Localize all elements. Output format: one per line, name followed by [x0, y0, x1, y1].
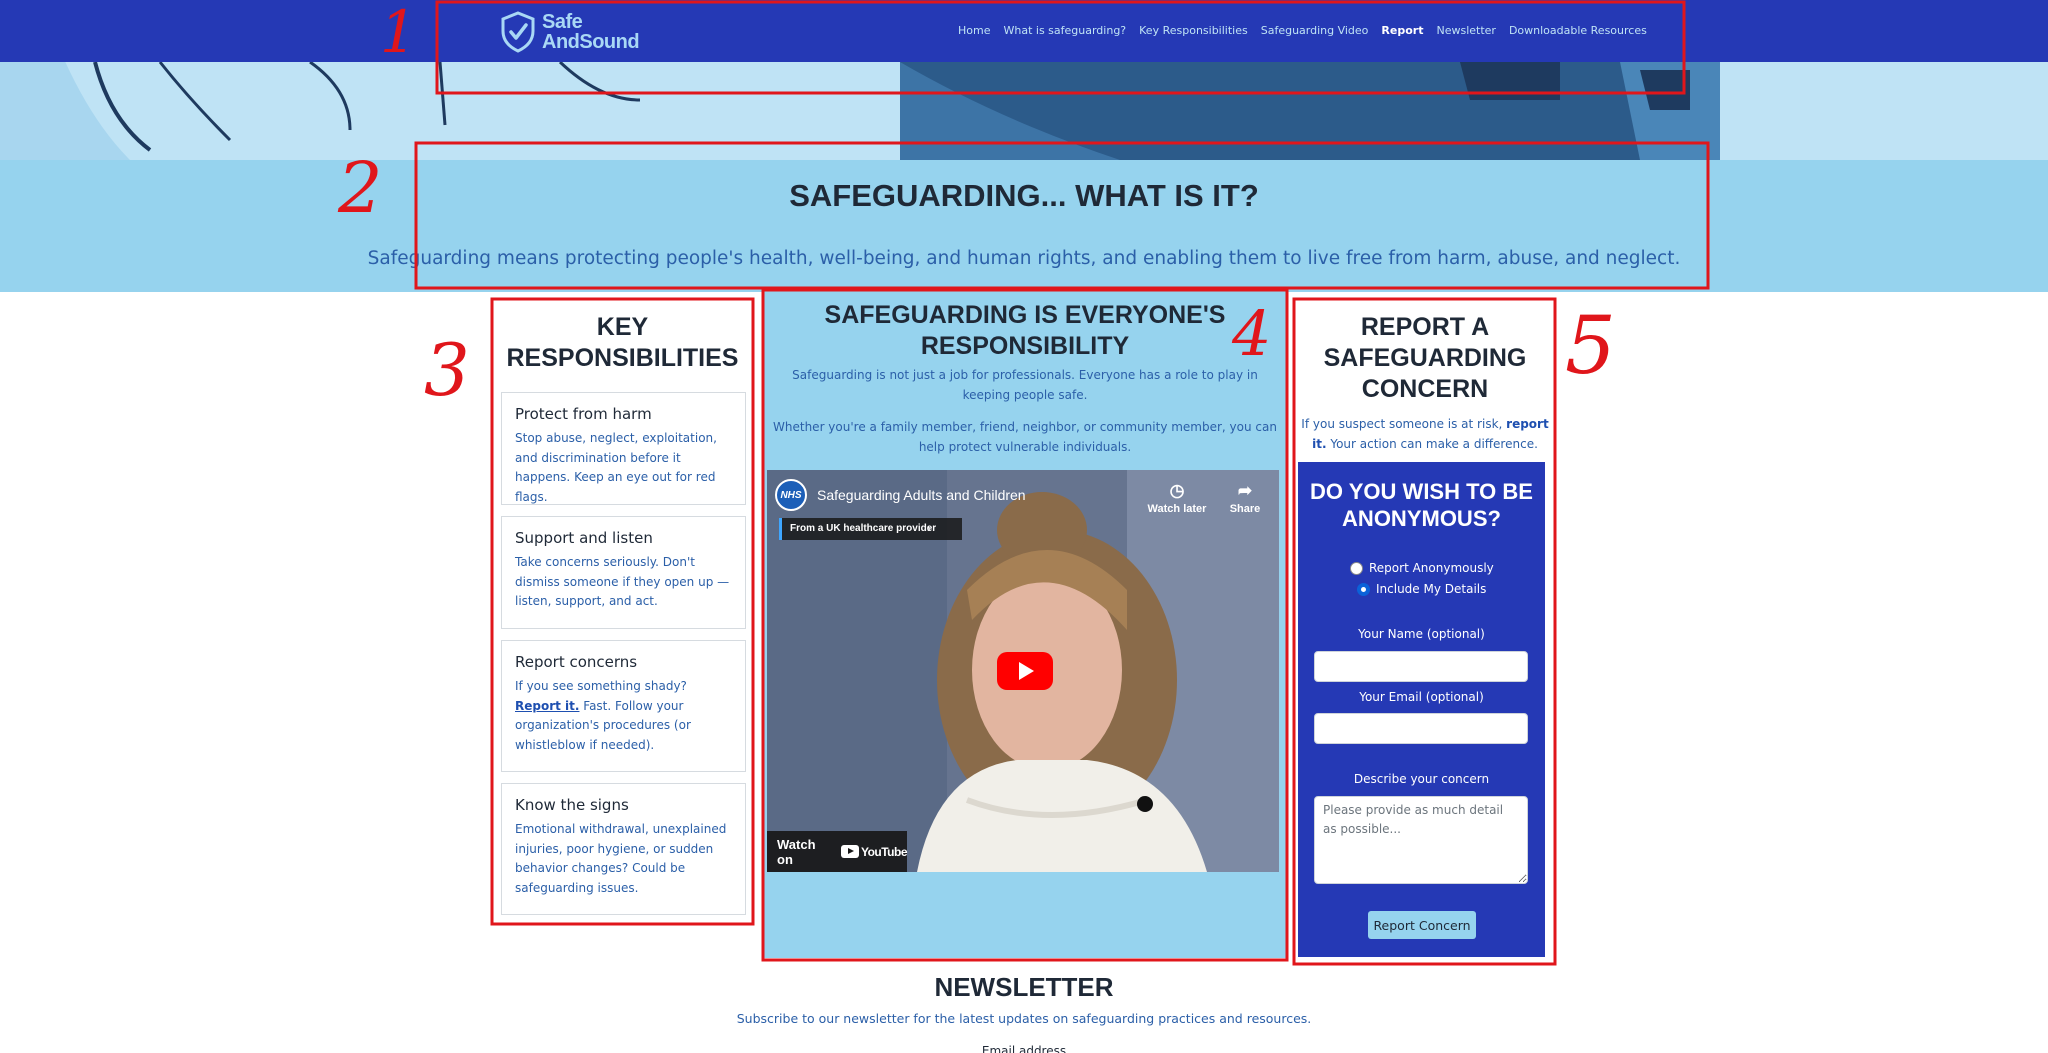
chevron-right-icon: › [927, 521, 931, 535]
everyone-paragraph-2: Whether you're a family member, friend, … [773, 420, 1277, 454]
responsibility-card-text: Take concerns seriously. Don't dismiss s… [515, 555, 730, 608]
radio-include-details[interactable] [1357, 582, 1370, 596]
responsibility-card-text: Emotional withdrawal, unexplained injuri… [515, 822, 727, 895]
report-anonymously-option[interactable]: Report Anonymously [1350, 561, 1494, 575]
report-intro-text: If you suspect someone is at risk, repor… [1295, 415, 1555, 454]
include-details-option[interactable]: Include My Details [1357, 582, 1486, 596]
share-icon: ➦ [1237, 481, 1253, 500]
nav-link-downloadable-resources[interactable]: Downloadable Resources [1509, 24, 1647, 37]
key-responsibilities-title: KEY RESPONSIBILITIES [506, 313, 739, 372]
play-button-icon[interactable] [997, 652, 1053, 690]
share-label: Share [1229, 503, 1261, 515]
report-concern-title: REPORT A SAFEGUARDING CONCERN [1323, 313, 1527, 403]
responsibility-card-title: Protect from harm [515, 405, 652, 423]
everyone-paragraph-1: Safeguarding is not just a job for profe… [792, 368, 1258, 402]
responsibility-card: Report concerns If you see something sha… [501, 640, 746, 772]
nav-link-report[interactable]: Report [1381, 24, 1423, 37]
report-intro-before: If you suspect someone is at risk, [1301, 417, 1507, 431]
newsletter-email-label: Email address [981, 1044, 1067, 1053]
brand-line-1: Safe [542, 11, 583, 33]
annotation-label-5: 5 [1565, 299, 1616, 392]
intro-title: SAFEGUARDING... WHAT IS IT? [789, 178, 1259, 213]
video-provider-badge[interactable]: From a UK healthcare provider [779, 518, 963, 540]
everyones-responsibility-title: SAFEGUARDING IS EVERYONE'S RESPONSIBILIT… [824, 301, 1226, 360]
clock-icon: ◷ [1169, 481, 1185, 500]
name-label: Your Name (optional) [1358, 627, 1485, 641]
email-field[interactable] [1314, 713, 1528, 744]
responsibility-text-before: If you see something shady? [515, 679, 687, 693]
youtube-logo: YouTube [840, 844, 908, 859]
youtube-icon [840, 845, 859, 858]
responsibility-card-title: Report concerns [515, 653, 638, 671]
responsibility-card: Protect from harm Stop abuse, neglect, e… [501, 392, 746, 505]
navbar: Safe AndSound Home What is safeguarding?… [0, 0, 2048, 62]
report-concern-section: REPORT A SAFEGUARDING CONCERN If you sus… [1295, 300, 1555, 962]
anonymous-question-title: DO YOU WISH TO BE ANONYMOUS? [1310, 479, 1533, 531]
brand-name: Safe AndSound [542, 11, 640, 53]
youtube-wordmark: YouTube [860, 844, 908, 859]
shield-check-icon [501, 11, 535, 53]
report-it-link[interactable]: Report it. [515, 699, 579, 713]
key-responsibilities-section: KEY RESPONSIBILITIES Protect from harm S… [493, 300, 752, 922]
responsibility-card-text: Stop abuse, neglect, exploitation, and d… [515, 431, 717, 504]
concern-textarea[interactable] [1314, 796, 1528, 884]
intro-section: SAFEGUARDING... WHAT IS IT? Safeguarding… [0, 160, 2048, 292]
concern-label: Describe your concern [1353, 772, 1490, 786]
report-anonymously-label: Report Anonymously [1369, 561, 1494, 575]
watch-later-button[interactable]: ◷ Watch later [1147, 481, 1207, 515]
report-intro-after: Your action can make a difference. [1326, 436, 1538, 451]
nav-link-key-responsibilities[interactable]: Key Responsibilities [1139, 24, 1248, 37]
intro-text: Safeguarding means protecting people's h… [367, 248, 1681, 269]
watch-later-label: Watch later [1147, 503, 1207, 515]
responsibility-card-title: Support and listen [515, 529, 653, 547]
nav-link-what-is-safeguarding[interactable]: What is safeguarding? [1003, 24, 1126, 37]
video-title[interactable]: Safeguarding Adults and Children [817, 487, 1026, 503]
responsibility-card-title: Know the signs [515, 796, 629, 814]
nav-link-home[interactable]: Home [958, 24, 990, 37]
nhs-channel-icon[interactable]: NHS [775, 479, 807, 511]
annotation-label-3: 3 [424, 328, 470, 412]
nav-link-newsletter[interactable]: Newsletter [1436, 24, 1495, 37]
nav-links: Home What is safeguarding? Key Responsib… [958, 24, 1647, 37]
everyones-responsibility-section: SAFEGUARDING IS EVERYONE'S RESPONSIBILIT… [763, 290, 1287, 958]
watch-on-label: Watch on [777, 836, 816, 867]
nav-link-safeguarding-video[interactable]: Safeguarding Video [1261, 24, 1369, 37]
radio-report-anonymously[interactable] [1350, 561, 1363, 575]
newsletter-title: NEWSLETTER [934, 972, 1114, 1002]
brand-logo[interactable]: Safe AndSound [500, 10, 640, 54]
newsletter-text: Subscribe to our newsletter for the late… [736, 1011, 1312, 1026]
email-label: Your Email (optional) [1359, 690, 1484, 704]
responsibility-card: Support and listen Take concerns serious… [501, 516, 746, 629]
watch-on-youtube-button[interactable]: Watch on YouTube [767, 831, 908, 872]
include-details-label: Include My Details [1376, 582, 1487, 596]
responsibility-card: Know the signs Emotional withdrawal, une… [501, 783, 746, 915]
name-field[interactable] [1314, 651, 1528, 682]
report-form: DO YOU WISH TO BE ANONYMOUS? Report Anon… [1298, 462, 1545, 957]
report-concern-button[interactable]: Report Concern [1368, 911, 1476, 939]
share-button[interactable]: ➦ Share [1215, 481, 1275, 515]
brand-line-2: AndSound [542, 31, 640, 53]
responsibility-card-text: If you see something shady? Report it. F… [515, 677, 733, 755]
video-embed[interactable]: NHS Safeguarding Adults and Children Fro… [767, 470, 1279, 872]
